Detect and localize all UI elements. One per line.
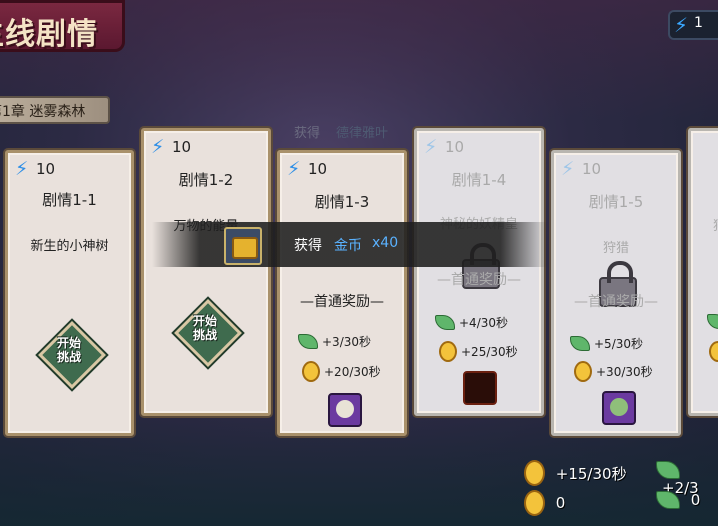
lightning-icon: ⚡ [151, 136, 165, 158]
ghost-toast-item: 德律雅叶 [336, 126, 389, 141]
stage-energy-cost: 10 [582, 160, 602, 178]
stage-label: 剧情1-1 [42, 191, 97, 209]
reward-coin-row: +30/30秒 [574, 361, 653, 382]
stage-energy-cost: 10 [308, 160, 328, 178]
stage-energy-cost: 10 [172, 138, 192, 156]
lightning-icon: ⚡ [561, 158, 575, 180]
toast-label: 获得 [294, 238, 322, 254]
stage-label: 剧情1-3 [314, 193, 370, 211]
lightning-icon: ⚡ [15, 158, 29, 180]
stage-label: 剧情1-5 [588, 193, 644, 211]
first-clear-reward-title: —首通奖励— [300, 294, 384, 310]
reward-leaf-row: +3/30秒 [298, 333, 371, 350]
first-clear-reward-title: —首通奖励— [437, 272, 521, 288]
leaf-icon [435, 315, 455, 330]
coin-icon [439, 341, 457, 362]
stage-label: 剧情1-4 [451, 171, 507, 189]
stage-label: 剧情1-2 [178, 171, 234, 189]
reward-leaf-row: +4/30秒 [435, 314, 508, 331]
toast-qty: x40 [372, 235, 399, 251]
leaf-icon [656, 490, 680, 509]
coin-icon [524, 490, 545, 516]
stage-name: 狩 [713, 215, 718, 234]
stage-card-1-1[interactable]: ⚡ 10 剧情1-1 新生的小神树 开始 挑战 [5, 150, 134, 436]
reward-leaf-row [707, 314, 718, 329]
coin-icon [302, 361, 320, 382]
start-challenge-label: 开始 挑战 [56, 336, 81, 364]
lightning-icon: ⚡ [674, 13, 689, 37]
reward-toast: 获得 金币 x40 [152, 222, 548, 267]
stage-card-1-3[interactable]: ⚡ 10 剧情1-3 —首通奖励— +3/30秒 +20/30秒 [277, 150, 407, 436]
coin-icon [709, 341, 718, 362]
energy-counter[interactable]: ⚡ 1 [668, 10, 718, 40]
zombie-item-icon[interactable] [602, 391, 636, 425]
energy-value: 1 [694, 15, 703, 31]
skull-item-icon[interactable] [328, 393, 362, 427]
start-challenge-label: 开始 挑战 [192, 314, 217, 342]
stage-energy-cost: 10 [445, 138, 465, 156]
leaf-total: 0 [656, 490, 700, 509]
coin-icon [524, 460, 545, 486]
coin-total: 0 [524, 490, 565, 516]
leaf-icon [656, 460, 680, 479]
reward-coin-row: +25/30秒 [439, 341, 518, 362]
stage-card-1-5[interactable]: ⚡ 10 剧情1-5 狩猎 —首通奖励— +5/30秒 +30/30秒 [551, 150, 681, 436]
leaf-icon [707, 314, 718, 329]
coin-rate: +15/30秒 [524, 460, 627, 486]
leaf-icon [298, 334, 318, 349]
stage-energy-cost: 10 [36, 160, 56, 178]
lightning-icon: ⚡ [424, 136, 438, 158]
reward-leaf-row: +5/30秒 [570, 335, 643, 352]
title-banner: 主线剧情 [0, 0, 125, 52]
stage-card-1-4[interactable]: ⚡ 10 剧情1-4 神秘的妖精皇 —首通奖励— +4/30秒 +25/30秒 [414, 128, 544, 416]
reward-coin-row [709, 341, 718, 362]
page-title: 主线剧情 [0, 17, 98, 52]
stage-name: 新生的小神树 [30, 239, 109, 254]
gold-bars-icon [224, 227, 262, 265]
coin-icon [574, 361, 592, 382]
lightning-icon: ⚡ [287, 158, 301, 180]
first-clear-reward-title: —首通奖励— [574, 294, 658, 310]
chapter-label: 第1章 迷雾森林 [0, 104, 86, 120]
reward-coin-row: +20/30秒 [302, 361, 381, 382]
ghost-toast-label: 获得 [294, 126, 321, 141]
stage-card-1-6[interactable]: 狩 [688, 128, 718, 416]
stage-card-1-2[interactable]: ⚡ 10 剧情1-2 万物的能量 开始挑战 [141, 128, 271, 416]
ember-item-icon[interactable] [463, 371, 497, 405]
stage-name: 狩猎 [602, 241, 629, 256]
chapter-tab[interactable]: 第1章 迷雾森林 [0, 96, 110, 124]
leaf-icon [570, 336, 590, 351]
toast-item: 金币 [334, 238, 362, 254]
